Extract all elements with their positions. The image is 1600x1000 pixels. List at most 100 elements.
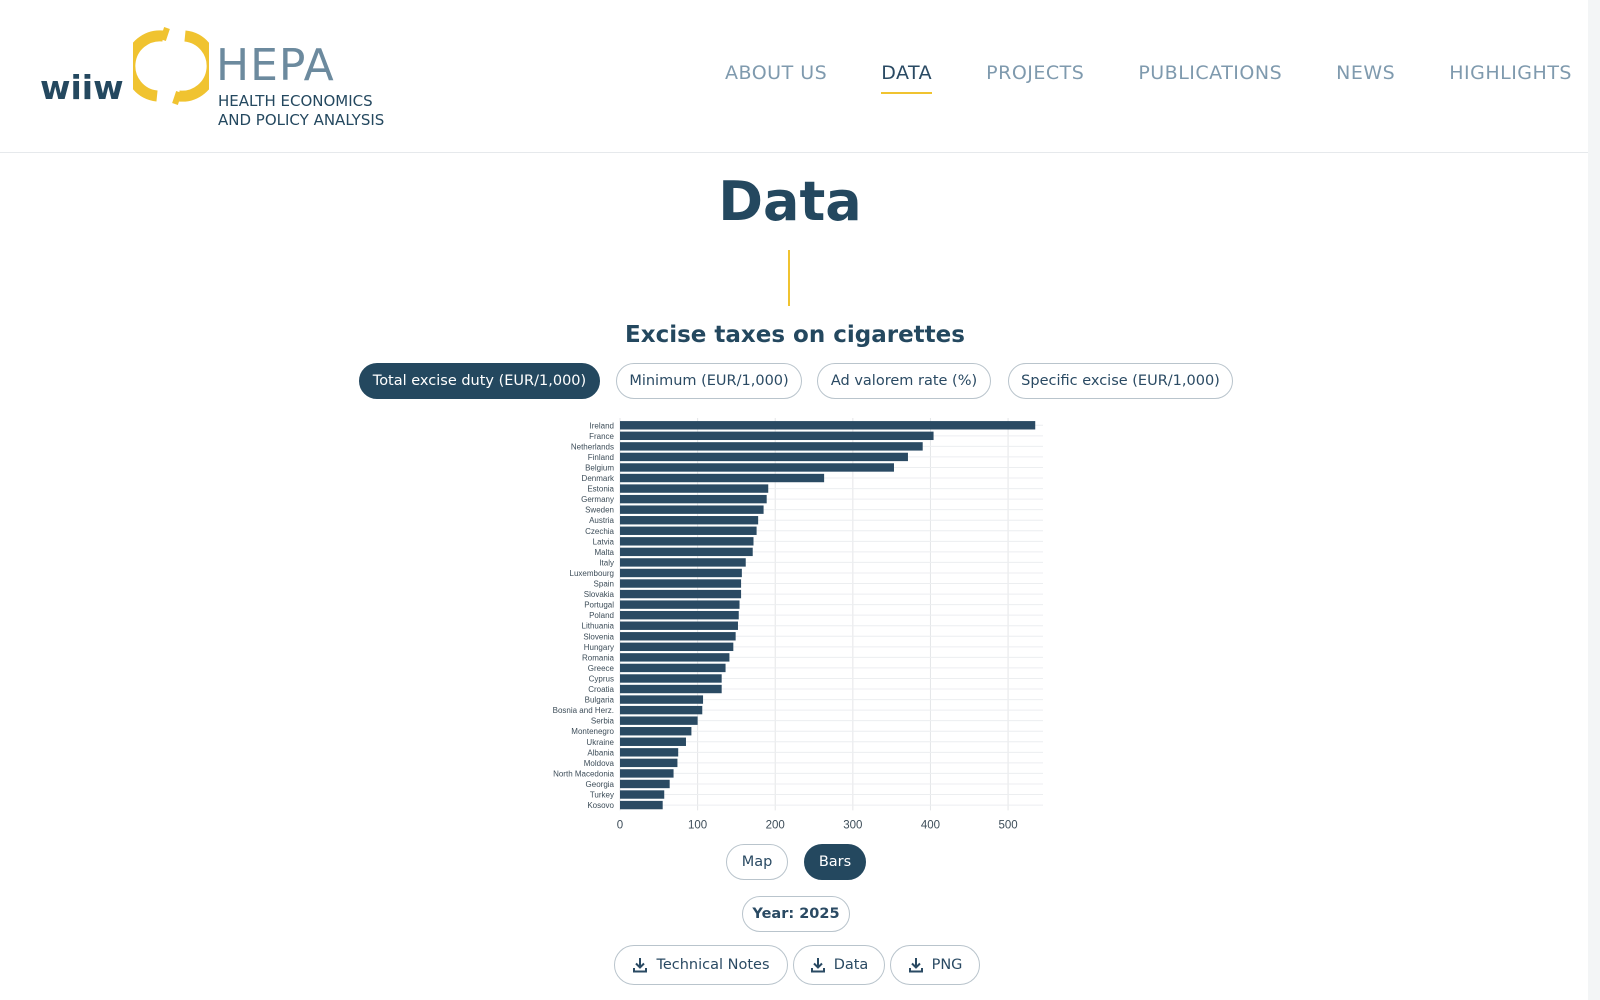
x-tick-label-5: 500 (998, 819, 1017, 830)
page-title: Data (718, 170, 862, 233)
bars-view-button[interactable]: Bars (804, 844, 866, 880)
bar-4[interactable] (620, 463, 894, 472)
category-label-30: Ukraine (586, 738, 614, 747)
bar-19[interactable] (620, 621, 738, 630)
site-logo[interactable]: wiiw HEPA HEALTH ECONOMICS AND POLICY AN… (38, 20, 398, 136)
category-label-28: Serbia (591, 717, 615, 726)
png-download-label: PNG (931, 957, 963, 973)
category-label-1: France (589, 432, 614, 441)
year-selector[interactable]: Year: 2025 (742, 896, 850, 932)
bar-18[interactable] (620, 610, 739, 620)
logo-wiiw-text: wiiw (40, 68, 124, 107)
nav-about-us[interactable]: ABOUT US (725, 62, 827, 84)
bar-22[interactable] (620, 653, 730, 662)
tab-specific-excise[interactable]: Specific excise (EUR/1,000) (1008, 363, 1233, 399)
bar-3[interactable] (620, 452, 908, 462)
nav-highlights[interactable]: HIGHLIGHTS (1449, 62, 1572, 84)
bar-14[interactable] (620, 568, 742, 578)
x-tick-label-1: 100 (688, 819, 707, 830)
tab-minimum[interactable]: Minimum (EUR/1,000) (616, 363, 802, 399)
technical-notes-download-button[interactable]: Technical Notes (614, 945, 788, 985)
bar-27[interactable] (620, 705, 703, 715)
category-label-10: Czechia (585, 527, 614, 536)
bar-12[interactable] (620, 547, 753, 557)
map-view-button[interactable]: Map (726, 844, 788, 880)
category-label-16: Slovakia (584, 590, 615, 599)
category-label-26: Bulgaria (585, 696, 615, 705)
category-label-27: Bosnia and Herz. (553, 706, 614, 715)
category-label-5: Denmark (582, 474, 615, 483)
data-download-button[interactable]: Data (793, 945, 885, 985)
bar-25[interactable] (620, 684, 722, 694)
bar-11[interactable] (620, 537, 754, 546)
bar-5[interactable] (620, 473, 825, 483)
category-label-9: Austria (589, 516, 614, 525)
bar-30[interactable] (620, 737, 686, 746)
category-label-31: Albania (587, 748, 614, 757)
bar-34[interactable] (620, 779, 670, 789)
data-download-label: Data (833, 957, 869, 973)
technical-notes-label: Technical Notes (656, 957, 770, 973)
nav-news[interactable]: NEWS (1336, 62, 1395, 84)
download-icon (810, 958, 825, 973)
bar-20[interactable] (620, 632, 736, 641)
category-label-4: Belgium (585, 463, 614, 472)
bar-13[interactable] (620, 558, 746, 567)
category-label-35: Turkey (590, 791, 614, 800)
category-label-21: Hungary (584, 643, 614, 652)
bar-9[interactable] (620, 516, 759, 525)
bar-6[interactable] (620, 484, 769, 493)
category-label-13: Italy (599, 558, 614, 567)
tab-ad-valorem-rate[interactable]: Ad valorem rate (%) (817, 363, 991, 399)
bar-33[interactable] (620, 769, 674, 778)
category-label-15: Spain (594, 580, 614, 589)
x-tick-label-0: 0 (617, 819, 623, 830)
category-label-20: Slovenia (583, 632, 614, 641)
main-nav: ABOUT US DATA PROJECTS PUBLICATIONS NEWS… (671, 62, 1572, 94)
category-label-2: Netherlands (571, 442, 614, 451)
bar-31[interactable] (620, 748, 679, 757)
bar-29[interactable] (620, 727, 692, 736)
bar-23[interactable] (620, 663, 726, 673)
bar-16[interactable] (620, 589, 742, 599)
x-tick-label-2: 200 (766, 819, 785, 830)
bar-35[interactable] (620, 790, 665, 799)
tab-total-excise-duty[interactable]: Total excise duty (EUR/1,000) (359, 363, 600, 399)
site-header: wiiw HEPA HEALTH ECONOMICS AND POLICY AN… (0, 0, 1600, 153)
bar-1[interactable] (620, 431, 934, 441)
category-label-29: Montenegro (571, 727, 614, 736)
bar-17[interactable] (620, 600, 740, 609)
nav-publications[interactable]: PUBLICATIONS (1138, 62, 1282, 84)
category-label-0: Ireland (590, 421, 614, 430)
category-label-11: Latvia (593, 537, 615, 546)
bar-10[interactable] (620, 526, 757, 535)
category-label-7: Germany (581, 495, 614, 504)
bar-36[interactable] (620, 800, 663, 810)
bar-15[interactable] (620, 579, 742, 588)
category-label-19: Lithuania (582, 622, 615, 631)
bar-7[interactable] (620, 494, 767, 504)
category-label-34: Georgia (586, 780, 615, 789)
category-label-32: Moldova (584, 759, 615, 768)
bar-24[interactable] (620, 674, 722, 683)
bar-2[interactable] (620, 442, 923, 451)
logo-subtitle: HEALTH ECONOMICS AND POLICY ANALYSIS (218, 92, 384, 130)
bar-0[interactable] (620, 421, 1036, 430)
page-scrollbar-track[interactable] (1588, 0, 1600, 1000)
category-label-22: Romania (582, 653, 615, 662)
bar-26[interactable] (620, 695, 704, 704)
bar-21[interactable] (620, 642, 734, 652)
bar-8[interactable] (620, 505, 764, 514)
excise-bar-chart: Ireland FranceNetherlands FinlandBelgium De… (553, 418, 1043, 830)
category-label-8: Sweden (585, 506, 614, 515)
category-label-18: Poland (589, 611, 614, 620)
png-download-button[interactable]: PNG (890, 945, 980, 985)
nav-data[interactable]: DATA (881, 62, 933, 94)
bar-28[interactable] (620, 716, 698, 725)
nav-projects[interactable]: PROJECTS (986, 62, 1084, 84)
download-icon (908, 958, 923, 973)
download-icon (633, 958, 648, 973)
x-tick-label-4: 400 (921, 819, 940, 830)
category-label-3: Finland (588, 453, 614, 462)
bar-32[interactable] (620, 758, 678, 768)
